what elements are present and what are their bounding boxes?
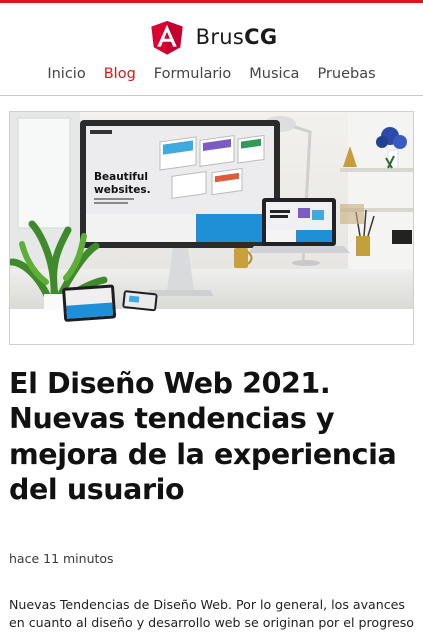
post-image-card[interactable]: Beautiful websites. xyxy=(9,111,414,345)
nav-pruebas[interactable]: Pruebas xyxy=(317,66,375,82)
post-excerpt: Nuevas Tendencias de Diseño Web. Por lo … xyxy=(9,596,414,630)
brand-name-prefix: Brus xyxy=(195,25,245,49)
header-divider xyxy=(0,95,423,96)
brand-header[interactable]: BrusCG xyxy=(0,15,423,59)
hero-headline-2: websites. xyxy=(94,184,151,196)
nav-musica[interactable]: Musica xyxy=(249,66,299,82)
brand-name: BrusCG xyxy=(196,25,278,49)
brand-name-suffix: CG xyxy=(244,25,278,49)
top-accent-bar xyxy=(0,0,423,3)
post-hero-image: Beautiful websites. xyxy=(10,112,413,344)
post-title[interactable]: El Diseño Web 2021. Nuevas tendencias y … xyxy=(9,366,415,507)
nav-inicio[interactable]: Inicio xyxy=(47,66,85,82)
main-nav: Inicio Blog Formulario Musica Pruebas xyxy=(0,66,423,82)
hero-headline-1: Beautiful xyxy=(94,171,148,183)
nav-formulario[interactable]: Formulario xyxy=(154,66,232,82)
nav-blog[interactable]: Blog xyxy=(104,66,136,82)
angular-shield-logo-icon xyxy=(150,21,183,55)
post-timestamp: hace 11 minutos xyxy=(9,551,114,566)
